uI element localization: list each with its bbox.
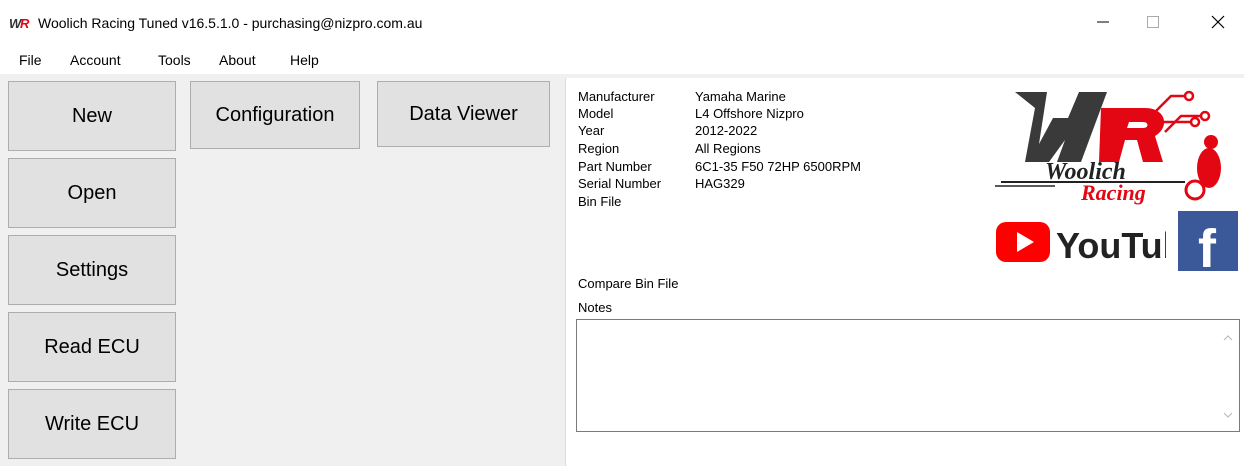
maximize-button[interactable] xyxy=(1130,0,1176,44)
data-viewer-button[interactable]: Data Viewer xyxy=(377,81,550,147)
youtube-text: YouTube xyxy=(1056,225,1166,266)
scroll-up-icon[interactable] xyxy=(1223,334,1233,342)
svg-text:Racing: Racing xyxy=(1080,180,1146,205)
manufacturer-label: Manufacturer xyxy=(578,89,655,104)
menu-file[interactable]: File xyxy=(19,52,42,68)
svg-text:R: R xyxy=(20,16,30,31)
minimize-button[interactable] xyxy=(1080,0,1126,44)
minimize-icon xyxy=(1097,21,1109,23)
part-number-label: Part Number xyxy=(578,159,652,174)
close-icon xyxy=(1211,15,1225,29)
menu-about[interactable]: About xyxy=(219,52,256,68)
menu-bar: File Account Tools About Help xyxy=(0,44,1244,74)
compare-bin-file-label: Compare Bin File xyxy=(578,276,679,291)
region-label: Region xyxy=(578,141,620,156)
settings-button[interactable]: Settings xyxy=(8,235,176,305)
model-label: Model xyxy=(578,106,614,121)
youtube-icon[interactable]: YouTube xyxy=(996,214,1166,270)
maximize-icon xyxy=(1147,16,1159,28)
scroll-down-icon[interactable] xyxy=(1223,411,1233,419)
title-bar: W R Woolich Racing Tuned v16.5.1.0 - pur… xyxy=(0,0,1244,44)
window-title: Woolich Racing Tuned v16.5.1.0 - purchas… xyxy=(38,15,423,31)
year-value: 2012-2022 xyxy=(695,123,758,138)
svg-text:f: f xyxy=(1198,219,1217,271)
facebook-icon[interactable]: f xyxy=(1178,211,1238,279)
model-value: L4 Offshore Nizpro xyxy=(695,106,804,121)
notes-label: Notes xyxy=(578,300,612,315)
open-button[interactable]: Open xyxy=(8,158,176,228)
serial-number-label: Serial Number xyxy=(578,176,662,191)
part-number-value: 6C1-35 F50 72HP 6500RPM xyxy=(695,159,861,174)
new-button[interactable]: New xyxy=(8,81,176,151)
configuration-button[interactable]: Configuration xyxy=(190,81,360,149)
woolich-racing-logo: Woolich Racing xyxy=(995,90,1221,205)
facebook-f-glyph: f xyxy=(1198,219,1217,279)
write-ecu-button[interactable]: Write ECU xyxy=(8,389,176,459)
read-ecu-button[interactable]: Read ECU xyxy=(8,312,176,382)
manufacturer-value: Yamaha Marine xyxy=(695,89,786,104)
menu-tools[interactable]: Tools xyxy=(158,52,191,68)
close-button[interactable] xyxy=(1195,0,1241,44)
region-value: All Regions xyxy=(695,141,761,156)
notes-textarea[interactable] xyxy=(576,319,1240,432)
menu-help[interactable]: Help xyxy=(290,52,319,68)
bin-file-label: Bin File xyxy=(578,194,622,209)
year-label: Year xyxy=(578,123,605,138)
app-logo-icon: W R xyxy=(9,16,30,31)
menu-account[interactable]: Account xyxy=(70,52,121,68)
serial-number-value: HAG329 xyxy=(695,176,745,191)
